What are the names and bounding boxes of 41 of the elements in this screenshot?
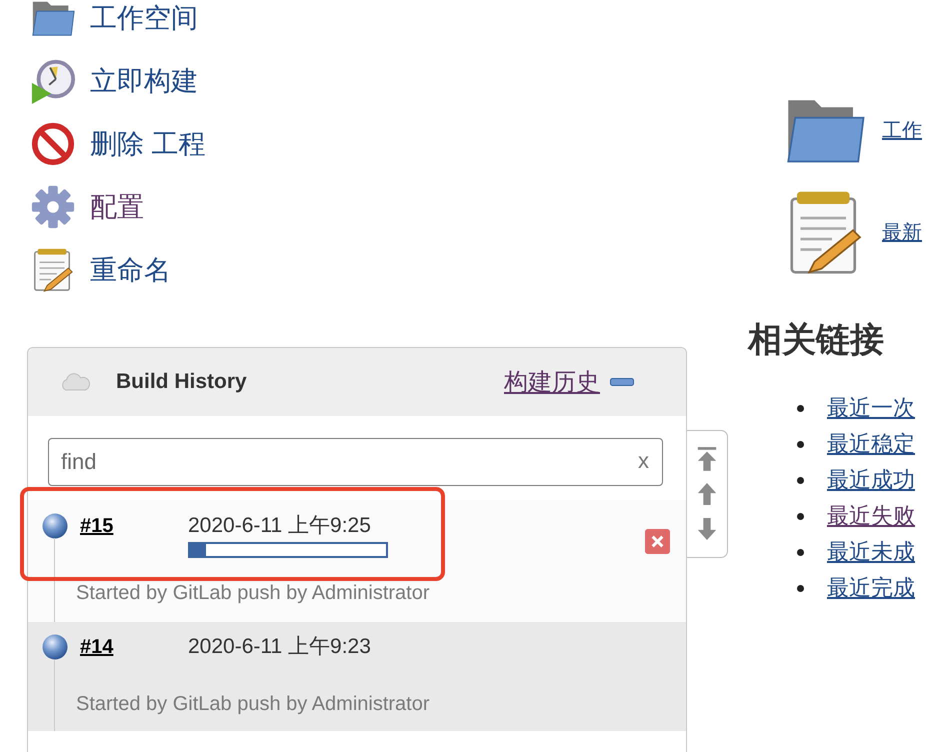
bullet-icon bbox=[797, 404, 804, 412]
panel-title: Build History bbox=[116, 370, 247, 394]
related-link[interactable]: 最近一次 bbox=[827, 393, 915, 423]
prohibited-icon bbox=[30, 120, 76, 166]
minus-icon[interactable] bbox=[610, 378, 634, 386]
bullet-icon bbox=[797, 440, 804, 448]
build-time: 2020-6-11 上午9:25 bbox=[188, 513, 371, 539]
cloud-icon bbox=[60, 372, 90, 392]
build-number-link[interactable]: #14 bbox=[80, 634, 188, 660]
history-link[interactable]: 构建历史 bbox=[504, 366, 600, 398]
build-time: 2020-6-11 上午9:23 bbox=[188, 634, 371, 660]
clock-play-icon bbox=[30, 58, 76, 104]
clear-button[interactable]: x bbox=[636, 448, 651, 474]
status-ball-icon bbox=[42, 513, 68, 539]
menu-link[interactable]: 配置 bbox=[90, 190, 144, 222]
bullet-icon bbox=[797, 584, 804, 592]
related-link[interactable]: 最近未成 bbox=[827, 537, 915, 567]
related-link[interactable]: 最近完成 bbox=[827, 573, 915, 603]
menu-link[interactable]: 删除 工程 bbox=[90, 128, 206, 160]
status-ball-icon bbox=[42, 634, 68, 660]
top-link[interactable]: 最新 bbox=[882, 218, 922, 246]
related-link[interactable]: 最近成功 bbox=[827, 465, 915, 495]
build-cause: Started by GitLab push by Administrator bbox=[76, 692, 431, 717]
related-links-heading: 相关链接 bbox=[748, 320, 885, 361]
gear-icon bbox=[30, 184, 76, 230]
close-icon[interactable] bbox=[645, 529, 670, 554]
related-link[interactable]: 最近稳定 bbox=[827, 429, 915, 459]
timeline-line bbox=[54, 660, 55, 731]
arrow-to-top-icon[interactable] bbox=[696, 446, 718, 472]
menu-link[interactable]: 重命名 bbox=[90, 254, 171, 286]
build-number-link[interactable]: #15 bbox=[80, 513, 188, 539]
bullet-icon bbox=[797, 512, 804, 520]
build-cause: Started by GitLab push by Administrator bbox=[76, 581, 431, 606]
arrow-up-icon[interactable] bbox=[696, 480, 718, 507]
related-link[interactable]: 最近失败 bbox=[827, 501, 915, 531]
arrow-down-icon[interactable] bbox=[696, 516, 718, 542]
top-link[interactable]: 工作 bbox=[882, 116, 922, 144]
menu-link[interactable]: 工作空间 bbox=[90, 2, 198, 34]
bullet-icon bbox=[797, 548, 804, 556]
bullet-icon bbox=[797, 476, 804, 484]
menu-link[interactable]: 立即构建 bbox=[90, 64, 198, 96]
